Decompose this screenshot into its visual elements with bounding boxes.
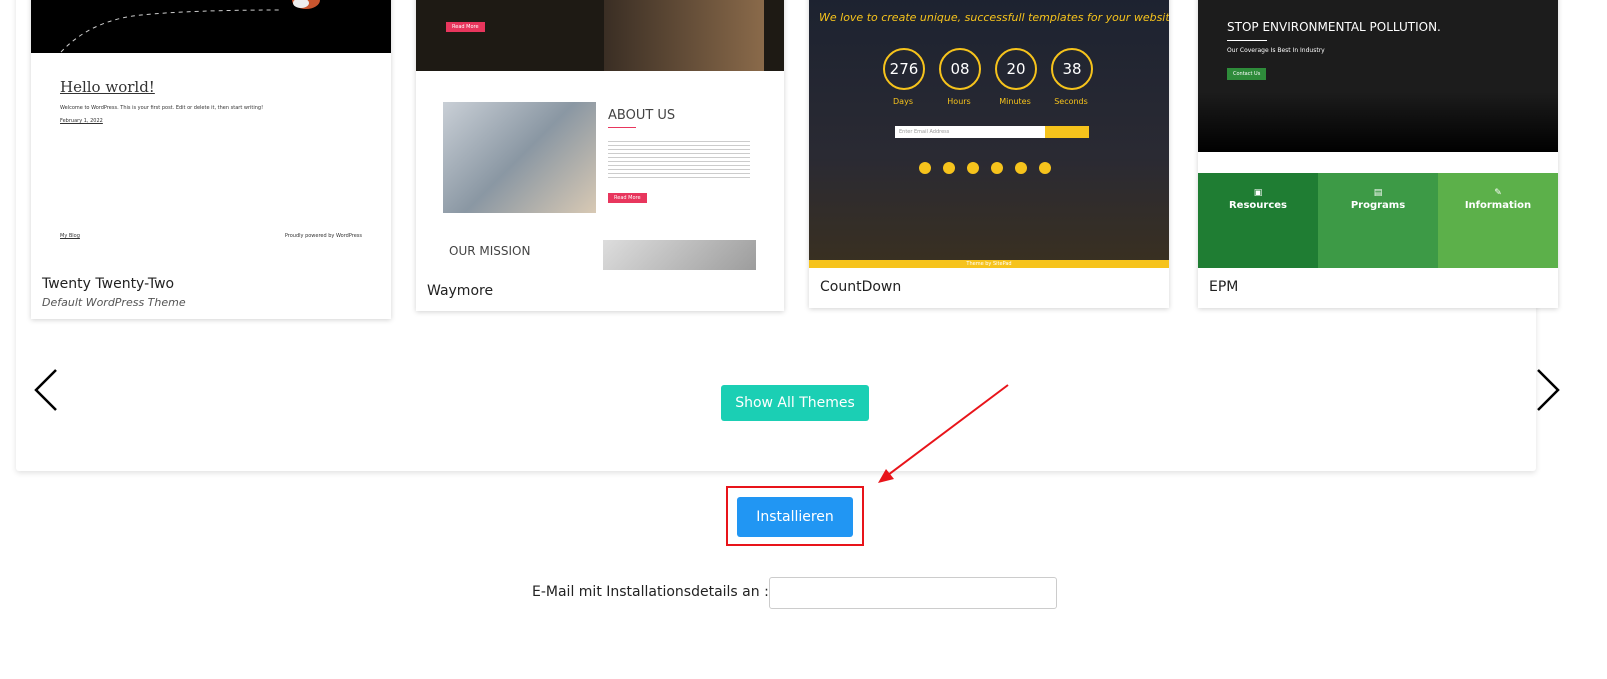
label-minutes: Minutes (999, 97, 1031, 106)
mission-photo (603, 240, 756, 270)
preview-submit-button (1045, 126, 1089, 138)
chevron-left-icon (34, 369, 57, 411)
preview-column-resources: ▣ Resources (1198, 173, 1318, 268)
label-hours: Hours (947, 97, 971, 106)
theme-title: Twenty Twenty-Two (42, 276, 175, 292)
theme-title: EPM (1209, 279, 1239, 295)
theme-card-waymore[interactable]: Read More ABOUT US Read More OUR MISSION… (416, 0, 784, 311)
theme-subtitle: Default WordPress Theme (42, 296, 186, 309)
mission-heading: OUR MISSION (449, 244, 531, 258)
carousel-prev-button[interactable] (30, 366, 70, 414)
about-heading: ABOUT US (608, 108, 676, 123)
label-seconds: Seconds (1054, 97, 1088, 106)
counter-seconds: 38 (1051, 48, 1093, 90)
theme-preview-image: Hello world! Welcome to WordPress. This … (31, 0, 391, 268)
bird-decoration (60, 0, 320, 53)
preview-text: Welcome to WordPress. This is your first… (60, 105, 264, 111)
preview-subheading: Our Coverage Is Best In Industry (1227, 47, 1325, 54)
preview-footer-left: My Blog (60, 233, 80, 239)
install-button[interactable]: Installieren (737, 497, 853, 537)
theme-card-epm[interactable]: STOP ENVIRONMENTAL POLLUTION. Our Covera… (1198, 0, 1558, 308)
preview-footer: Theme by SitePad (809, 260, 1169, 268)
preview-read-more-button: Read More (446, 22, 485, 32)
preview-footer-right: Proudly powered by WordPress (284, 233, 362, 239)
preview-contact-button: Contact Us (1227, 68, 1267, 80)
theme-preview-image: We love to create unique, successfull te… (809, 0, 1169, 268)
label-days: Days (893, 97, 913, 106)
carousel-next-button[interactable] (1530, 366, 1570, 414)
theme-preview-image: STOP ENVIRONMENTAL POLLUTION. Our Covera… (1198, 0, 1558, 268)
theme-card-twenty-twenty-two[interactable]: Hello world! Welcome to WordPress. This … (31, 0, 391, 319)
counter-days: 276 (883, 48, 925, 90)
counter-hours: 08 (939, 48, 981, 90)
preview-tagline: We love to create unique, successfull te… (819, 11, 1169, 24)
social-icons (919, 162, 1051, 174)
theme-title: CountDown (820, 279, 902, 295)
email-input[interactable] (769, 577, 1057, 609)
show-all-themes-button[interactable]: Show All Themes (721, 385, 869, 421)
preview-date: February 1, 2022 (60, 118, 103, 124)
preview-email-field: Enter Email Address (895, 126, 1045, 138)
office-photo (443, 102, 596, 213)
email-label: E-Mail mit Installationsdetails an : (532, 584, 769, 600)
chevron-right-icon (1537, 369, 1560, 411)
theme-preview-image: Read More ABOUT US Read More OUR MISSION (416, 0, 784, 270)
preview-column-information: ✎ Information (1438, 173, 1558, 268)
about-read-more-button: Read More (608, 193, 647, 203)
preview-column-programs: ▤ Programs (1318, 173, 1438, 268)
theme-card-countdown[interactable]: We love to create unique, successfull te… (809, 0, 1169, 308)
preview-heading: Hello world! (60, 78, 155, 96)
theme-title: Waymore (427, 283, 494, 299)
counter-minutes: 20 (995, 48, 1037, 90)
preview-heading: STOP ENVIRONMENTAL POLLUTION. (1227, 20, 1441, 34)
